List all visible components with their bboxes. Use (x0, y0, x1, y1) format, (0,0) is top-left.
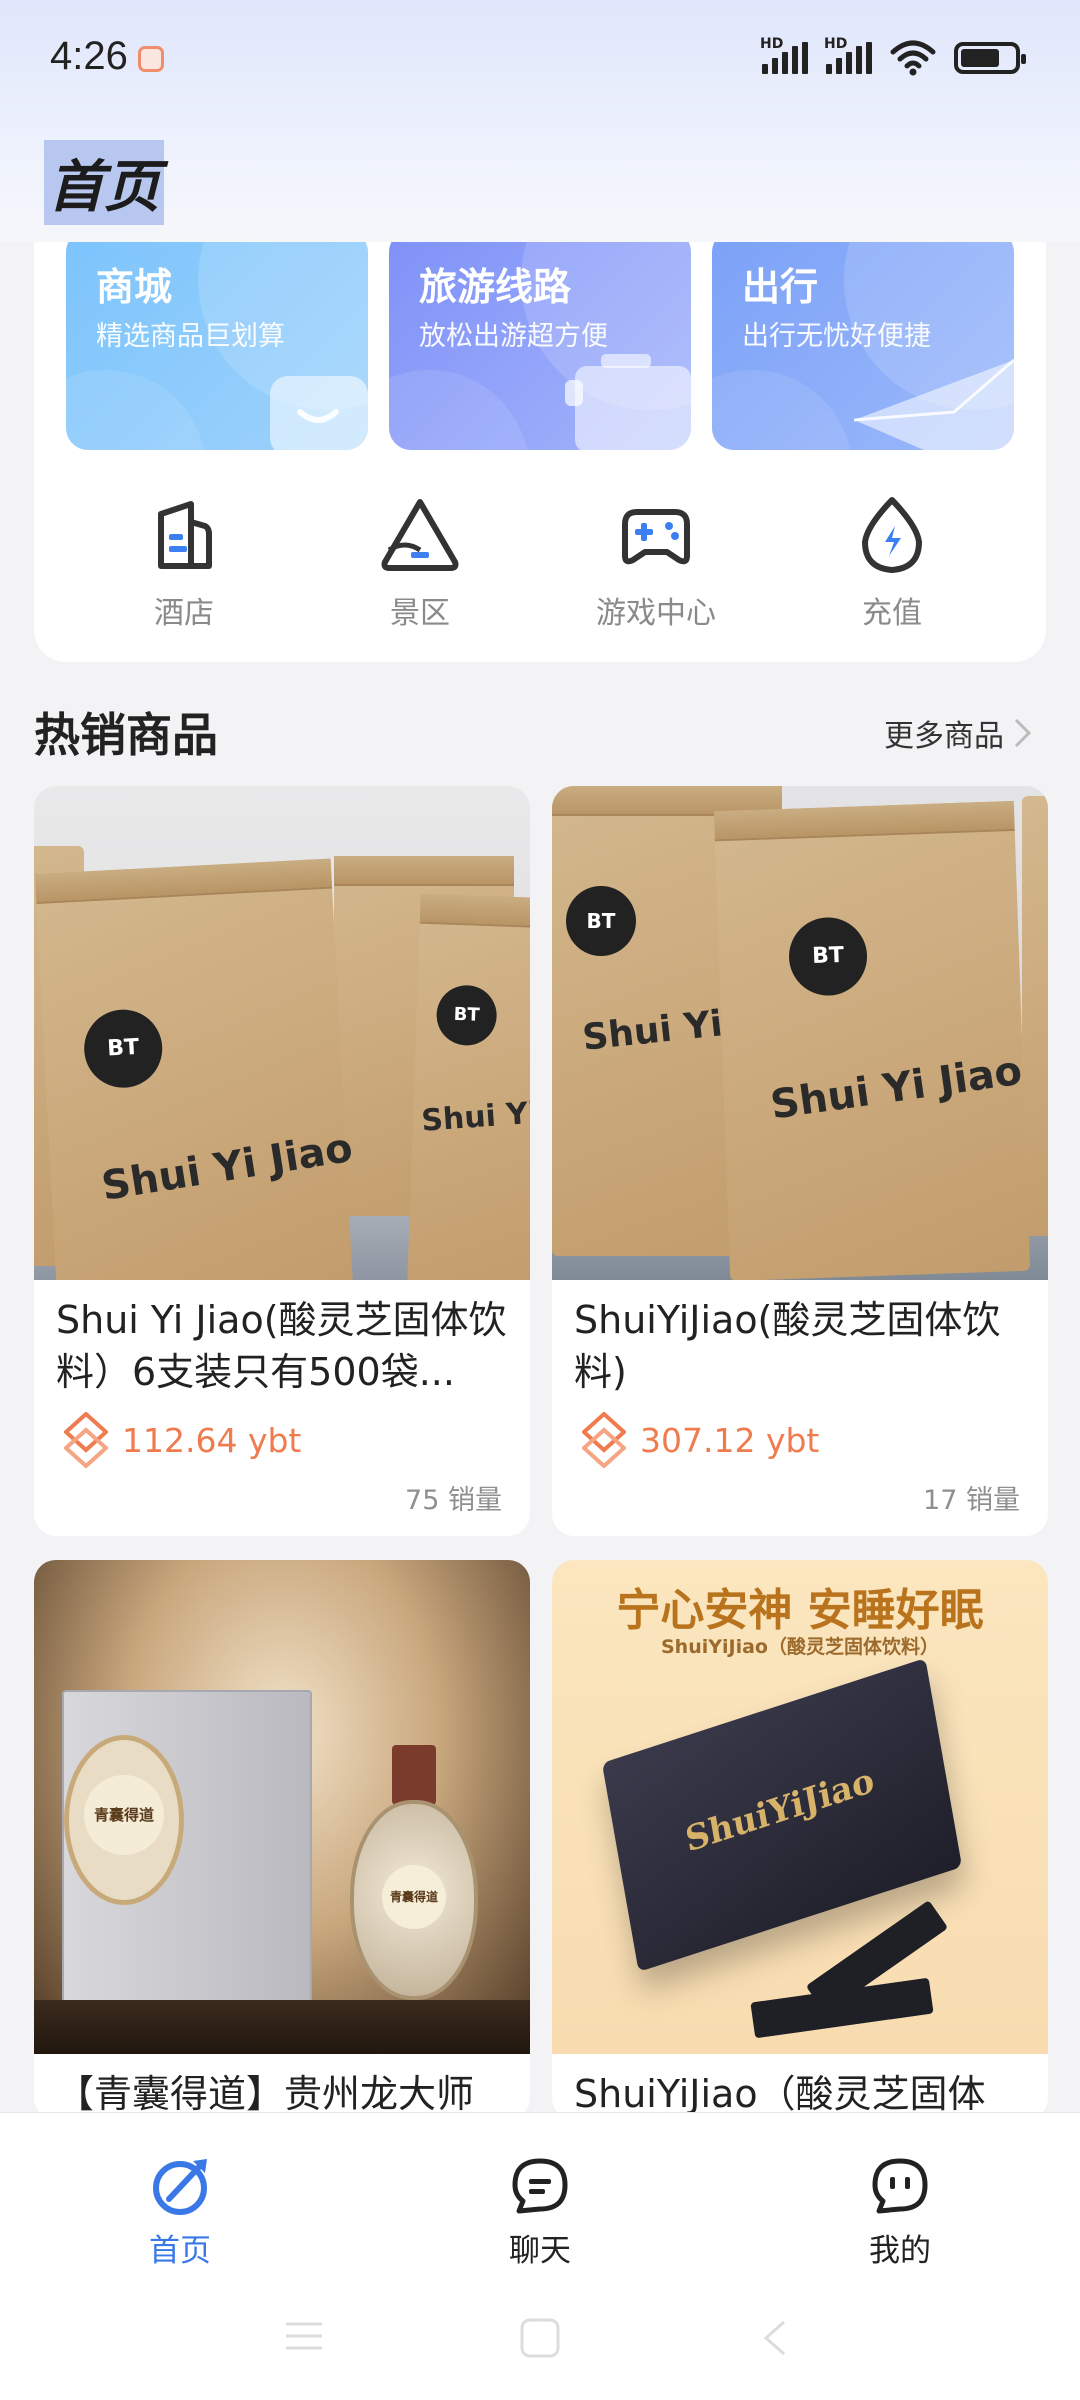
product-name: ShuiYiJiao(酸灵芝固体饮料) (574, 1298, 1001, 1394)
quick-link-hotel[interactable]: 酒店 (84, 490, 284, 632)
profile-face-icon (872, 2158, 928, 2214)
home-compass-icon (153, 2159, 207, 2215)
promo-subtitle: 放松出游超方便 (419, 321, 608, 352)
nav-label: 首页 (149, 2233, 211, 2269)
promo-mall[interactable]: 商城 精选商品巨划算 (66, 230, 368, 450)
promo-title: 商城 (96, 265, 173, 309)
nav-home[interactable]: 首页 (80, 2155, 280, 2270)
product-name: Shui Yi Jiao(酸灵芝固体饮料）6支装只有500袋... (56, 1298, 507, 1394)
quick-link-label: 景区 (390, 596, 450, 631)
product-card[interactable]: BT Shui Yi Jiao BT Shui Yi Jiao ShuiYiJi… (552, 786, 1048, 1536)
more-products-link[interactable]: 更多商品 (884, 711, 1034, 755)
gamepad-icon (622, 509, 690, 565)
chat-bubble-icon (512, 2158, 568, 2214)
quick-link-label: 游戏中心 (596, 596, 716, 631)
product-image: 青囊得道 青囊得道 (34, 1560, 530, 2054)
quick-link-label: 酒店 (154, 596, 214, 631)
ybt-coin-icon (64, 1412, 108, 1468)
quick-link-scenic[interactable]: 景区 (320, 490, 520, 632)
network-type-label-2: HD (824, 36, 848, 52)
system-navigation-bar (0, 2300, 1080, 2370)
menu-icon[interactable] (282, 2318, 326, 2354)
product-image: BT Shui Yi Jiao BT Shui Yi Jiao (34, 786, 530, 1280)
chevron-right-icon (1014, 718, 1032, 748)
sales-count: 75 销量 (405, 1485, 502, 1516)
product-card[interactable]: 宁心安神 安睡好眠 ShuiYiJiao（酸灵芝固体饮料） ShuiYiJiao… (552, 1560, 1048, 2120)
status-bar: 4:26 HD HD (0, 0, 1080, 120)
ybt-coin-icon (582, 1412, 626, 1468)
promo-subtitle: 出行无忧好便捷 (742, 321, 931, 352)
quick-links: 酒店 景区 游戏中心 充值 (34, 490, 1046, 632)
app-header: 4:26 HD HD 首页 (0, 0, 1080, 242)
product-price: 307.12 ybt (582, 1412, 819, 1468)
promo-travel[interactable]: 出行 出行无忧好便捷 (712, 230, 1014, 450)
nav-chat[interactable]: 聊天 (440, 2155, 640, 2270)
product-price: 112.64 ybt (64, 1412, 301, 1468)
nav-label: 聊天 (509, 2233, 571, 2269)
product-image: 宁心安神 安睡好眠 ShuiYiJiao（酸灵芝固体饮料） ShuiYiJiao (552, 1560, 1048, 2054)
status-time: 4:26 (50, 34, 128, 78)
cellular-signal-icon-2: HD (824, 36, 872, 74)
quick-link-recharge[interactable]: 充值 (792, 490, 992, 632)
notification-app-icon (138, 46, 164, 72)
product-card[interactable]: BT Shui Yi Jiao BT Shui Yi Jiao Shui Yi … (34, 786, 530, 1536)
sales-count: 17 销量 (923, 1485, 1020, 1516)
shopping-bag-icon (270, 376, 368, 450)
recharge-icon (862, 497, 922, 573)
network-type-label: HD (760, 36, 784, 52)
hotel-icon (158, 501, 212, 569)
product-image: BT Shui Yi Jiao BT Shui Yi Jiao (552, 786, 1048, 1280)
nav-profile[interactable]: 我的 (800, 2155, 1000, 2270)
cellular-signal-icon: HD (760, 36, 808, 74)
battery-icon (954, 42, 1026, 74)
section-title: 热销商品 (34, 708, 218, 762)
paper-plane-icon (854, 358, 1014, 450)
status-icons: HD HD (760, 36, 1026, 76)
promo-title: 出行 (742, 265, 819, 309)
scenic-spot-icon (381, 499, 459, 571)
back-icon[interactable] (756, 2318, 796, 2358)
page-title: 首页 (44, 140, 164, 225)
promo-subtitle: 精选商品巨划算 (96, 321, 285, 352)
promo-travel-routes[interactable]: 旅游线路 放松出游超方便 (389, 230, 691, 450)
more-products-label: 更多商品 (884, 719, 1004, 754)
price-value: 307.12 ybt (640, 1420, 820, 1460)
product-card[interactable]: 青囊得道 青囊得道 【青囊得道】贵州龙大师 (34, 1560, 530, 2120)
nav-label: 我的 (869, 2233, 931, 2269)
promo-title: 旅游线路 (419, 265, 572, 309)
hot-products-header: 热销商品 更多商品 (34, 695, 1046, 765)
quick-link-label: 充值 (862, 596, 922, 631)
price-value: 112.64 ybt (122, 1420, 302, 1460)
home-square-icon[interactable] (518, 2318, 562, 2358)
suitcase-icon (565, 354, 691, 450)
quick-link-games[interactable]: 游戏中心 (556, 490, 756, 632)
wifi-icon (890, 40, 936, 76)
